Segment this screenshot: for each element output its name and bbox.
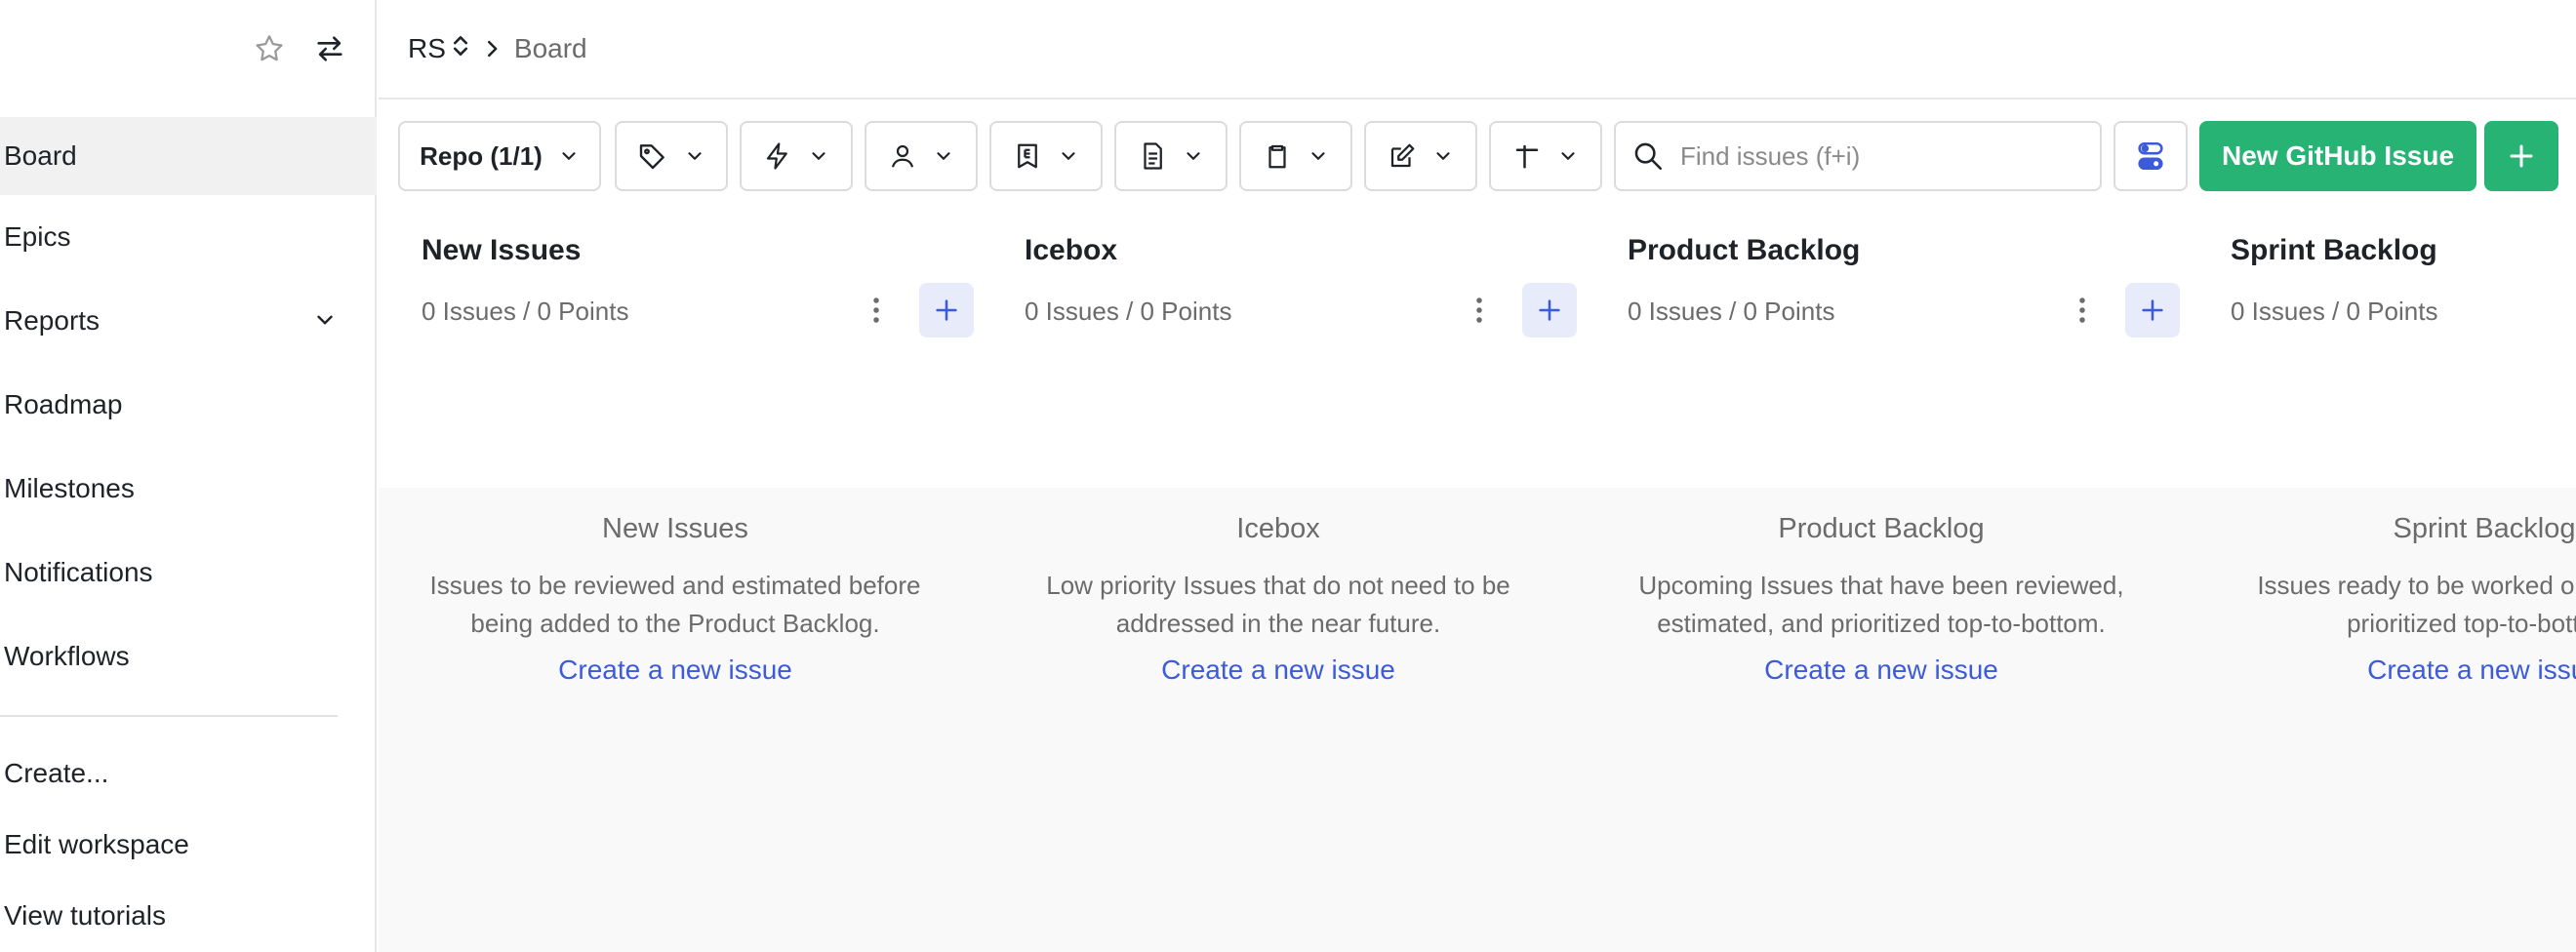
sidebar-item-notifications[interactable]: Notifications — [0, 534, 377, 612]
empty-description: Issues ready to be worked on this sprint… — [2257, 571, 2576, 638]
column-count: 0 Issues / 0 Points — [2231, 297, 2438, 326]
column-title: New Issues — [422, 234, 582, 266]
empty-description: Issues to be reviewed and estimated befo… — [429, 571, 921, 638]
column-count: 0 Issues / 0 Points — [1025, 297, 1232, 326]
more-vertical-icon[interactable] — [2071, 293, 2094, 328]
create-issue-link[interactable]: Create a new issue — [558, 654, 792, 686]
board-column-new-issues: New Issues 0 Issues / 0 Points New Issue… — [379, 0, 974, 952]
empty-title: Product Backlog — [1778, 513, 1985, 544]
app-root: Board Epics Reports Roadmap Milestones N… — [0, 0, 2576, 952]
sidebar-item-label: Reports — [4, 305, 101, 336]
sidebar: Board Epics Reports Roadmap Milestones N… — [0, 0, 377, 952]
more-vertical-icon[interactable] — [865, 293, 888, 328]
sidebar-item-board[interactable]: Board — [0, 117, 377, 195]
more-vertical-icon[interactable] — [1468, 293, 1491, 328]
create-link[interactable]: Create... — [4, 758, 108, 789]
column-title: Icebox — [1025, 234, 1118, 266]
plus-icon — [1539, 299, 1560, 321]
column-add-button[interactable] — [1522, 283, 1577, 337]
column-empty-state: New Issues Issues to be reviewed and est… — [402, 513, 948, 686]
create-issue-link[interactable]: Create a new issue — [2367, 654, 2576, 686]
column-add-button[interactable] — [919, 283, 974, 337]
create-issue-link[interactable]: Create a new issue — [1764, 654, 1998, 686]
empty-title: Sprint Backlog — [2393, 513, 2576, 544]
empty-title: Icebox — [1236, 513, 1320, 544]
view-tutorials-link[interactable]: View tutorials — [4, 900, 166, 932]
sidebar-item-label: Board — [4, 140, 77, 171]
plus-icon — [936, 299, 957, 321]
column-count: 0 Issues / 0 Points — [1628, 297, 1835, 326]
sidebar-item-label: Workflows — [4, 641, 130, 671]
sidebar-item-workflows[interactable]: Workflows — [0, 617, 377, 695]
plus-icon — [2142, 299, 2163, 321]
sidebar-item-reports[interactable]: Reports — [0, 282, 377, 360]
empty-description: Upcoming Issues that have been reviewed,… — [1638, 571, 2124, 638]
switch-arrows-icon[interactable] — [312, 31, 347, 66]
column-empty-state: Icebox Low priority Issues that do not n… — [1005, 513, 1551, 686]
sidebar-item-label: Milestones — [4, 473, 135, 503]
empty-title: New Issues — [602, 513, 748, 544]
board-column-icebox: Icebox 0 Issues / 0 Points Icebox Low pr… — [982, 0, 1577, 952]
sidebar-item-label: Roadmap — [4, 389, 123, 419]
star-icon[interactable] — [252, 31, 287, 66]
sidebar-divider — [0, 715, 338, 717]
sidebar-top-icons — [252, 31, 347, 66]
column-title: Product Backlog — [1628, 234, 1861, 266]
sidebar-item-label: Notifications — [4, 557, 153, 587]
column-count: 0 Issues / 0 Points — [422, 297, 629, 326]
column-empty-state: Product Backlog Upcoming Issues that hav… — [1608, 513, 2154, 686]
column-empty-state: Sprint Backlog Issues ready to be worked… — [2211, 513, 2576, 686]
board-column-product-backlog: Product Backlog 0 Issues / 0 Points Prod… — [1585, 0, 2180, 952]
board-column-sprint-backlog: Sprint Backlog 0 Issues / 0 Points Sprin… — [2188, 0, 2576, 952]
sidebar-item-roadmap[interactable]: Roadmap — [0, 366, 377, 444]
sidebar-item-epics[interactable]: Epics — [0, 198, 377, 276]
edit-workspace-link[interactable]: Edit workspace — [4, 829, 189, 860]
chevron-down-icon[interactable] — [312, 307, 338, 339]
column-title: Sprint Backlog — [2231, 234, 2437, 266]
empty-description: Low priority Issues that do not need to … — [1046, 571, 1510, 638]
sidebar-item-milestones[interactable]: Milestones — [0, 450, 377, 528]
column-add-button[interactable] — [2125, 283, 2180, 337]
create-issue-link[interactable]: Create a new issue — [1161, 654, 1395, 686]
sidebar-item-label: Epics — [4, 221, 71, 252]
